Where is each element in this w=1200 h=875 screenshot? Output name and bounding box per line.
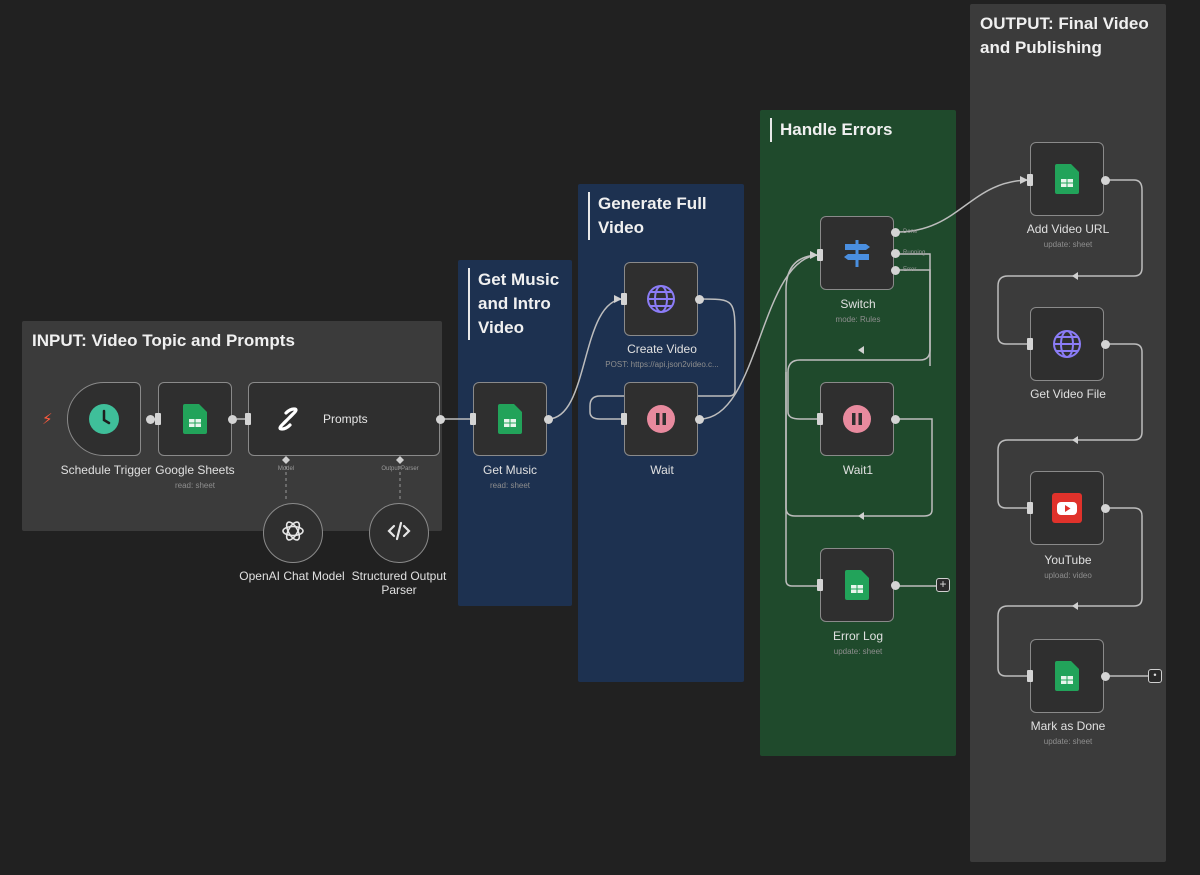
- youtube-output-port[interactable]: [1101, 504, 1110, 513]
- get-video-file-label: Get Video File: [1030, 387, 1106, 401]
- schedule-output-port[interactable]: [146, 415, 155, 424]
- mark-as-done-output-port[interactable]: [1101, 672, 1110, 681]
- create-video-subtitle: POST: https://api.json2video.c...: [605, 360, 719, 369]
- wait1-input-port[interactable]: [817, 413, 823, 425]
- add-video-url-input-port[interactable]: [1027, 174, 1033, 186]
- clock-icon: [87, 402, 121, 436]
- wait-node[interactable]: [624, 382, 698, 456]
- globe-icon: [1050, 327, 1084, 361]
- add-video-url-subtitle: update: sheet: [1043, 240, 1093, 249]
- error-log-subtitle: update: sheet: [833, 647, 883, 656]
- get-video-file-output-port[interactable]: [1101, 340, 1110, 349]
- google-sheets-icon: [1050, 162, 1084, 196]
- switch-done-label: Done: [903, 229, 918, 235]
- create-video-input-port[interactable]: [621, 293, 627, 305]
- signpost-icon: [840, 236, 874, 270]
- google-sheets-subtitle: read: sheet: [174, 481, 216, 490]
- mark-as-done-node[interactable]: [1030, 639, 1104, 713]
- switch-error-label: Error: [903, 267, 917, 273]
- structured-output-parser-node[interactable]: [369, 503, 429, 563]
- structured-output-parser-label: Structured Output Parser: [351, 569, 447, 597]
- switch-label: Switch: [840, 297, 876, 311]
- wait1-output-port[interactable]: [891, 415, 900, 424]
- switch-error-port[interactable]: [891, 266, 900, 275]
- switch-running-port[interactable]: [891, 249, 900, 258]
- end-node-button[interactable]: •: [1148, 669, 1162, 683]
- prompts-input-port[interactable]: [245, 413, 251, 425]
- code-icon: [386, 518, 412, 549]
- create-video-output-port[interactable]: [695, 295, 704, 304]
- create-video-label: Create Video: [627, 342, 697, 356]
- wait1-node[interactable]: [820, 382, 894, 456]
- switch-running-label: Running: [903, 250, 926, 256]
- google-sheets-label: Google Sheets: [155, 463, 235, 477]
- openai-chat-model-node[interactable]: [263, 503, 323, 563]
- get-music-output-port[interactable]: [544, 415, 553, 424]
- get-music-label: Get Music: [482, 463, 537, 477]
- mark-as-done-label: Mark as Done: [1030, 719, 1106, 733]
- youtube-input-port[interactable]: [1027, 502, 1033, 514]
- schedule-trigger-node[interactable]: [67, 382, 141, 456]
- sheets-output-port[interactable]: [228, 415, 237, 424]
- prompts-parser-port-label: Output Parser: [381, 466, 419, 472]
- openai-icon: [280, 518, 306, 549]
- prompts-node[interactable]: Prompts: [248, 382, 440, 456]
- google-sheets-icon: [840, 568, 874, 602]
- sheets-input-port[interactable]: [155, 413, 161, 425]
- add-video-url-label: Add Video URL: [1026, 222, 1110, 236]
- google-sheets-icon: [178, 402, 212, 436]
- pause-icon: [840, 402, 874, 436]
- error-log-label: Error Log: [832, 629, 884, 643]
- get-music-node[interactable]: [473, 382, 547, 456]
- add-node-button[interactable]: +: [936, 578, 950, 592]
- get-music-subtitle: read: sheet: [489, 481, 531, 490]
- mark-as-done-input-port[interactable]: [1027, 670, 1033, 682]
- error-log-node[interactable]: [820, 548, 894, 622]
- wait1-label: Wait1: [842, 463, 874, 477]
- prompts-label: Prompts: [323, 412, 368, 426]
- youtube-subtitle: upload: video: [1044, 571, 1092, 580]
- switch-input-port[interactable]: [817, 249, 823, 261]
- error-log-output-port[interactable]: [891, 581, 900, 590]
- google-sheets-node[interactable]: [158, 382, 232, 456]
- pause-icon: [644, 402, 678, 436]
- switch-done-port[interactable]: [891, 228, 900, 237]
- error-log-input-port[interactable]: [817, 579, 823, 591]
- wait-label: Wait: [650, 463, 674, 477]
- wait-output-port[interactable]: [695, 415, 704, 424]
- youtube-label: YouTube: [1044, 553, 1092, 567]
- add-video-url-node[interactable]: [1030, 142, 1104, 216]
- wait-input-port[interactable]: [621, 413, 627, 425]
- switch-subtitle: mode: Rules: [835, 315, 881, 324]
- get-music-input-port[interactable]: [470, 413, 476, 425]
- globe-icon: [644, 282, 678, 316]
- google-sheets-icon: [1050, 659, 1084, 693]
- workflow-canvas[interactable]: INPUT: Video Topic and Prompts Get Music…: [0, 0, 1200, 875]
- prompts-output-port[interactable]: [436, 415, 445, 424]
- mark-as-done-subtitle: update: sheet: [1043, 737, 1093, 746]
- add-video-url-output-port[interactable]: [1101, 176, 1110, 185]
- get-video-file-node[interactable]: [1030, 307, 1104, 381]
- youtube-node[interactable]: [1030, 471, 1104, 545]
- create-video-node[interactable]: [624, 262, 698, 336]
- youtube-icon: [1050, 491, 1084, 525]
- switch-node[interactable]: [820, 216, 894, 290]
- link-icon: [271, 402, 305, 436]
- openai-chat-model-label: OpenAI Chat Model: [239, 569, 345, 583]
- google-sheets-icon: [493, 402, 527, 436]
- trigger-bolt-icon: ⚡: [42, 411, 53, 428]
- prompts-model-port-label: Model: [277, 466, 295, 472]
- get-video-file-input-port[interactable]: [1027, 338, 1033, 350]
